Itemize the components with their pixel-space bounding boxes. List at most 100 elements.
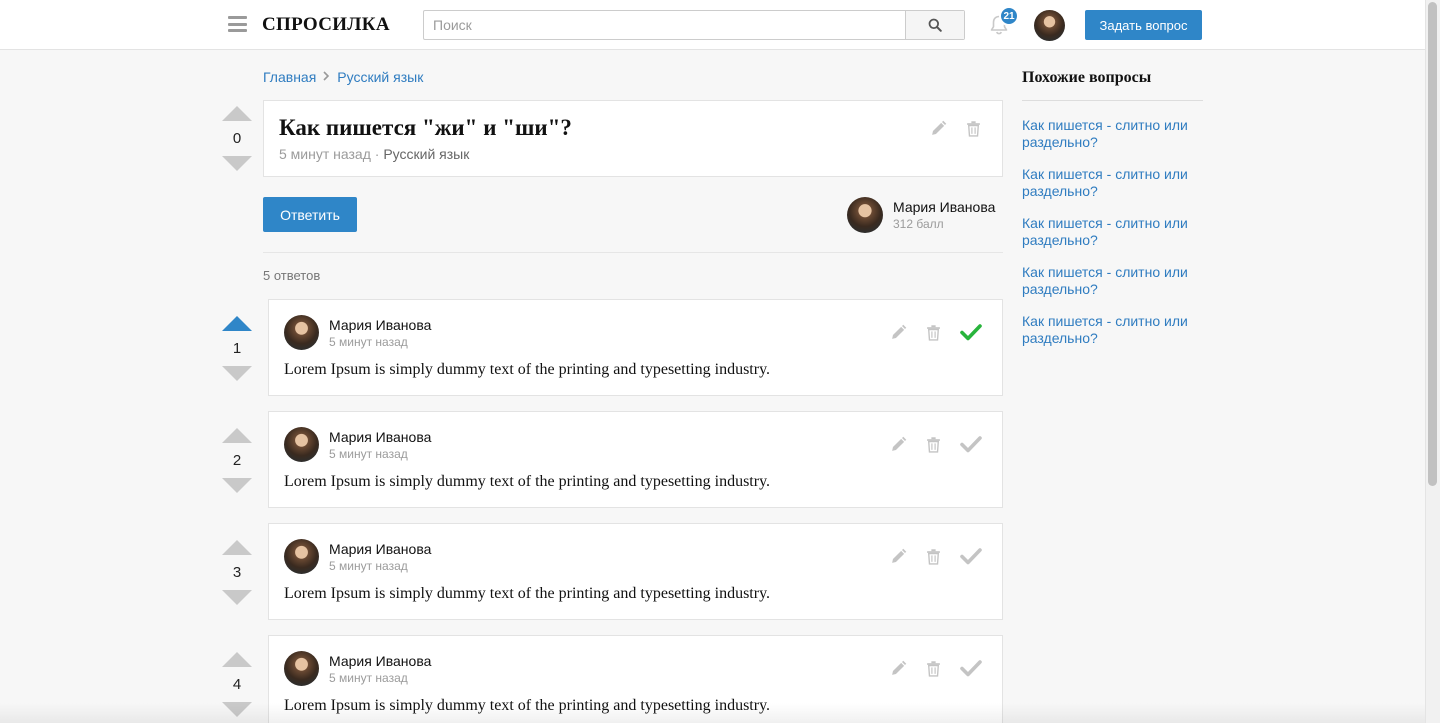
- question-actions: [930, 120, 982, 137]
- search-box: [423, 10, 965, 40]
- breadcrumb: Главная Русский язык: [263, 69, 423, 85]
- question-author-name[interactable]: Мария Иванова: [893, 199, 995, 215]
- section-divider: [263, 252, 1003, 253]
- similar-question-link[interactable]: Как пишется - слитно или раздельно?: [1022, 117, 1188, 150]
- question-meta: 5 минут назад · Русский язык: [279, 146, 469, 162]
- accept-check-icon[interactable]: [960, 323, 982, 341]
- question-author[interactable]: Мария Иванова 312 балл: [847, 197, 995, 233]
- breadcrumb-category-link[interactable]: Русский язык: [337, 69, 423, 85]
- top-header: СПРОСИЛКА 21 Задать вопрос: [0, 0, 1425, 50]
- hamburger-menu-icon[interactable]: [228, 16, 247, 32]
- page-scrollbar[interactable]: [1425, 0, 1440, 723]
- similar-question-item: Как пишется - слитно или раздельно?: [1022, 117, 1207, 151]
- meta-separator: ·: [374, 146, 380, 162]
- answer-author-name[interactable]: Мария Иванова: [329, 541, 431, 557]
- accept-check-icon[interactable]: [960, 547, 982, 565]
- answer-actions: [890, 659, 982, 677]
- answer-upvote-arrow-icon[interactable]: [222, 316, 252, 331]
- question-category[interactable]: Русский язык: [383, 146, 469, 162]
- answer-author-avatar[interactable]: [284, 651, 319, 686]
- sidebar-divider: [1022, 100, 1203, 101]
- edit-pencil-icon[interactable]: [890, 548, 907, 565]
- answer-actions: [890, 547, 982, 565]
- answer-vote-count: 1: [232, 340, 242, 357]
- delete-trash-icon[interactable]: [925, 548, 942, 565]
- answer-card: Мария Иванова 5 минут назад Lorem Ipsum …: [268, 299, 1003, 396]
- answer-author-name[interactable]: Мария Иванова: [329, 317, 431, 333]
- question-vote-column: 0: [222, 106, 252, 171]
- delete-trash-icon[interactable]: [925, 324, 942, 341]
- answer-downvote-arrow-icon[interactable]: [222, 702, 252, 717]
- question-time: 5 минут назад: [279, 146, 371, 162]
- similar-question-link[interactable]: Как пишется - слитно или раздельно?: [1022, 215, 1188, 248]
- edit-pencil-icon[interactable]: [890, 324, 907, 341]
- similar-question-item: Как пишется - слитно или раздельно?: [1022, 313, 1207, 347]
- answer-text: Lorem Ipsum is simply dummy text of the …: [284, 473, 771, 490]
- answer-vote-column: 1: [222, 316, 252, 381]
- breadcrumb-chevron-icon: [323, 70, 330, 84]
- answer-vote-count: 4: [232, 676, 242, 693]
- answer-actions: [890, 323, 982, 341]
- question-upvote-arrow-icon[interactable]: [222, 106, 252, 121]
- answer-upvote-arrow-icon[interactable]: [222, 428, 252, 443]
- question-downvote-arrow-icon[interactable]: [222, 156, 252, 171]
- similar-questions-list: Как пишется - слитно или раздельно? Как …: [1022, 117, 1207, 362]
- breadcrumb-home-link[interactable]: Главная: [263, 69, 316, 85]
- answer-downvote-arrow-icon[interactable]: [222, 478, 252, 493]
- edit-pencil-icon[interactable]: [890, 660, 907, 677]
- answer-actions: [890, 435, 982, 453]
- answer-author-avatar[interactable]: [284, 427, 319, 462]
- similar-question-item: Как пишется - слитно или раздельно?: [1022, 215, 1207, 249]
- answer-author-name[interactable]: Мария Иванова: [329, 653, 431, 669]
- ask-question-button[interactable]: Задать вопрос: [1085, 10, 1202, 40]
- similar-question-link[interactable]: Как пишется - слитно или раздельно?: [1022, 313, 1188, 346]
- answer-text: Lorem Ipsum is simply dummy text of the …: [284, 361, 771, 378]
- site-logo[interactable]: СПРОСИЛКА: [262, 14, 390, 36]
- answer-time: 5 минут назад: [329, 671, 408, 685]
- answer-text: Lorem Ipsum is simply dummy text of the …: [284, 585, 771, 602]
- answers-count: 5 ответов: [263, 268, 321, 283]
- answer-vote-column: 2: [222, 428, 252, 493]
- answer-downvote-arrow-icon[interactable]: [222, 590, 252, 605]
- question-title: Как пишется "жи" и "ши"?: [279, 115, 572, 140]
- similar-question-item: Как пишется - слитно или раздельно?: [1022, 264, 1207, 298]
- question-card: Как пишется "жи" и "ши"? 5 минут назад ·…: [263, 100, 1003, 177]
- answer-author-avatar[interactable]: [284, 315, 319, 350]
- user-avatar[interactable]: [1034, 10, 1065, 41]
- accept-check-icon[interactable]: [960, 435, 982, 453]
- answer-author-name[interactable]: Мария Иванова: [329, 429, 431, 445]
- answer-upvote-arrow-icon[interactable]: [222, 540, 252, 555]
- delete-trash-icon[interactable]: [925, 436, 942, 453]
- answer-author-avatar[interactable]: [284, 539, 319, 574]
- search-button[interactable]: [905, 11, 964, 39]
- search-input[interactable]: [424, 11, 905, 39]
- answer-vote-column: 4: [222, 652, 252, 717]
- answer-button[interactable]: Ответить: [263, 197, 357, 232]
- edit-pencil-icon[interactable]: [890, 436, 907, 453]
- similar-question-link[interactable]: Как пишется - слитно или раздельно?: [1022, 166, 1188, 199]
- answer-time: 5 минут назад: [329, 447, 408, 461]
- question-author-avatar[interactable]: [847, 197, 883, 233]
- answer-time: 5 минут назад: [329, 559, 408, 573]
- answer-upvote-arrow-icon[interactable]: [222, 652, 252, 667]
- notification-count-badge: 21: [999, 6, 1019, 26]
- delete-trash-icon[interactable]: [965, 120, 982, 137]
- answer-vote-column: 3: [222, 540, 252, 605]
- similar-question-item: Как пишется - слитно или раздельно?: [1022, 166, 1207, 200]
- answer-vote-count: 2: [232, 452, 242, 469]
- scrollbar-thumb[interactable]: [1428, 2, 1437, 486]
- edit-pencil-icon[interactable]: [930, 120, 947, 137]
- answer-text: Lorem Ipsum is simply dummy text of the …: [284, 697, 771, 714]
- question-author-score: 312 балл: [893, 217, 944, 231]
- accept-check-icon[interactable]: [960, 659, 982, 677]
- similar-question-link[interactable]: Как пишется - слитно или раздельно?: [1022, 264, 1188, 297]
- delete-trash-icon[interactable]: [925, 660, 942, 677]
- answer-downvote-arrow-icon[interactable]: [222, 366, 252, 381]
- search-icon: [928, 18, 942, 32]
- answer-card: Мария Иванова 5 минут назад Lorem Ipsum …: [268, 523, 1003, 620]
- similar-questions-title: Похожие вопросы: [1022, 69, 1152, 86]
- question-vote-count: 0: [232, 130, 242, 147]
- answer-time: 5 минут назад: [329, 335, 408, 349]
- answer-card: Мария Иванова 5 минут назад Lorem Ipsum …: [268, 411, 1003, 508]
- answer-card: Мария Иванова 5 минут назад Lorem Ipsum …: [268, 635, 1003, 723]
